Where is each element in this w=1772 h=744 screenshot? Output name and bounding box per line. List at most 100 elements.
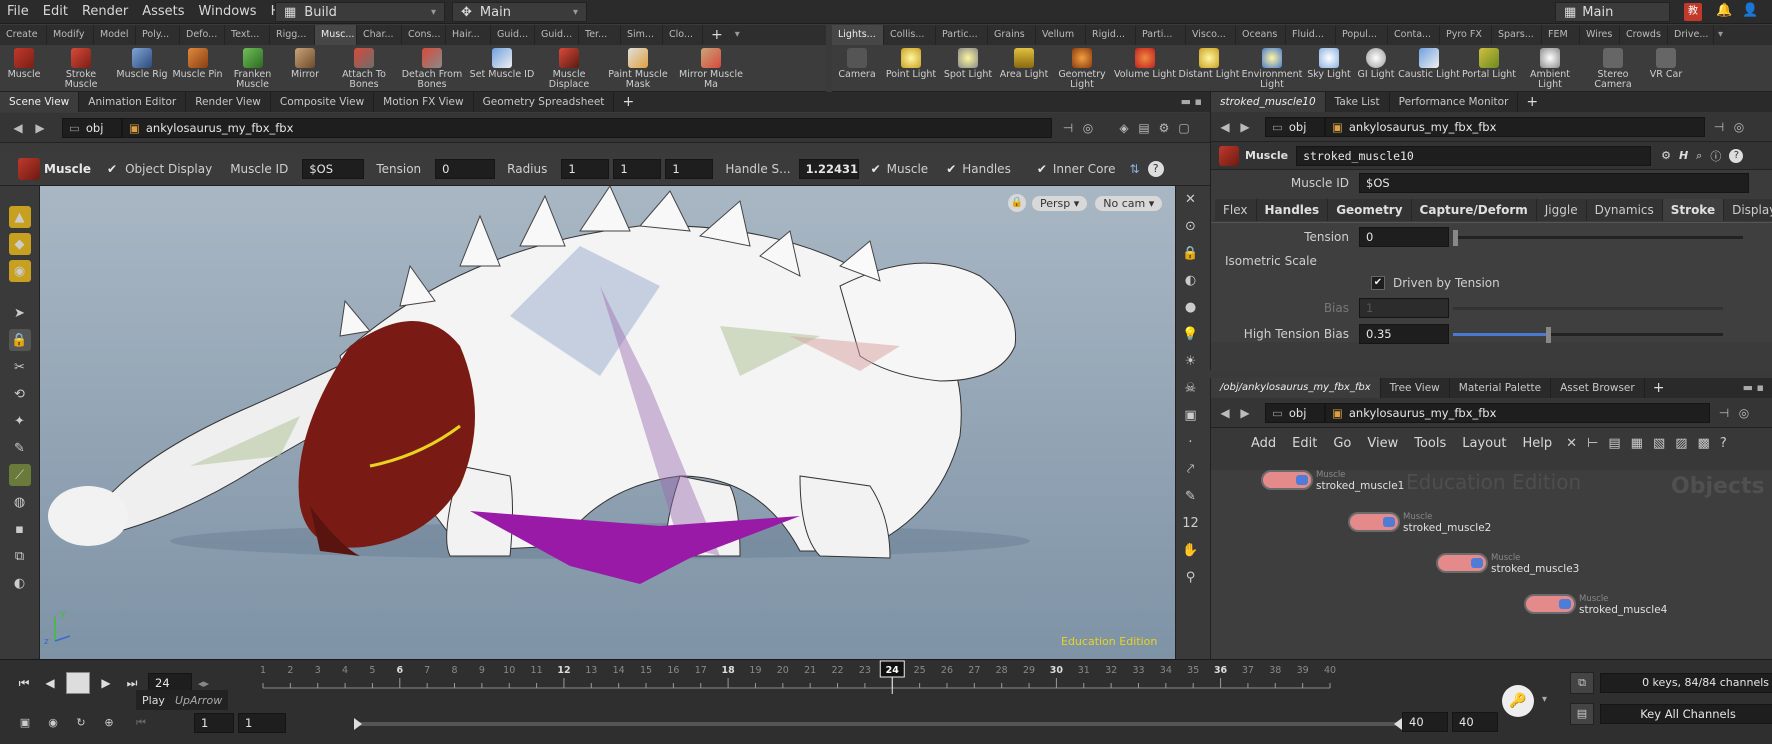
scene-viewport[interactable]: z y 🔒 Persp ▾ No cam ▾ Education Edition	[40, 186, 1175, 659]
high-tension-bias-slider[interactable]	[1453, 326, 1723, 343]
shelf-tab-texture[interactable]: Text...	[225, 25, 270, 45]
pin-icon[interactable]: ⊣	[1711, 119, 1727, 135]
pane-menu-icon[interactable]: ▬ ▪	[1173, 92, 1210, 112]
shelf-tab-fluid[interactable]: Fluid...	[1286, 25, 1336, 45]
tab-motion-fx-view[interactable]: Motion FX View	[374, 92, 474, 112]
tool-detach-from-bones[interactable]: Detach From Bones	[398, 45, 466, 91]
tension-slider[interactable]	[1453, 229, 1743, 246]
play-reverse-icon[interactable]: ◀	[36, 672, 64, 694]
tab-animation-editor[interactable]: Animation Editor	[79, 92, 187, 112]
add-tab-icon[interactable]: +	[614, 92, 642, 112]
forward-arrow-icon[interactable]: ▶	[32, 120, 48, 136]
shelf-tab-lights[interactable]: Lights...	[832, 25, 884, 45]
shelf-tab-rigging[interactable]: Rigg...	[270, 25, 315, 45]
shelf-tab-collisions[interactable]: Collis...	[884, 25, 936, 45]
tool-attach-to-bones[interactable]: Attach To Bones	[330, 45, 398, 91]
tool-area-light[interactable]: Area Light	[996, 45, 1052, 91]
muscle-tool-icon[interactable]: ⟋	[8, 464, 31, 486]
tab-asset-browser[interactable]: Asset Browser	[1551, 378, 1645, 398]
lightbulb-2-icon[interactable]: ☀	[1180, 350, 1202, 372]
tool-mirror-muscle-mask[interactable]: Mirror Muscle Ma	[676, 45, 746, 91]
tool-volume-light[interactable]: Volume Light	[1112, 45, 1178, 91]
tab-render-view[interactable]: Render View	[186, 92, 271, 112]
grid-icon[interactable]: ▦	[1631, 436, 1643, 451]
arrow-cursor-icon[interactable]: ➤	[9, 302, 31, 324]
bell-icon[interactable]: 🔔	[1716, 3, 1732, 18]
driven-by-tension-checkbox[interactable]: ✔	[1371, 276, 1385, 290]
tool-spot-light[interactable]: Spot Light	[940, 45, 996, 91]
shelf-tab-model[interactable]: Model	[94, 25, 136, 45]
cube-icon[interactable]: ◈	[1116, 120, 1132, 136]
render-icon[interactable]: ▣	[1180, 404, 1202, 426]
build-desk-selector[interactable]: ▦ Build ▾	[275, 2, 445, 22]
network-menu-edit[interactable]: Edit	[1292, 436, 1317, 451]
persp-dropdown[interactable]: Persp ▾	[1032, 195, 1088, 211]
handles-toggle-checkbox[interactable]: ✔	[946, 162, 956, 176]
forward-arrow-icon[interactable]: ▶	[1237, 405, 1253, 421]
loop-icon[interactable]: ↻	[70, 712, 92, 734]
render-region-icon[interactable]: ▪	[9, 518, 31, 540]
tool-point-light[interactable]: Point Light	[882, 45, 940, 91]
shelf-tab-container[interactable]: Conta...	[1388, 25, 1440, 45]
menu-assets[interactable]: Assets	[135, 0, 191, 24]
wrench-icon[interactable]: ✕	[1566, 436, 1577, 451]
tree-icon[interactable]: ⊢	[1587, 436, 1598, 451]
maximize-icon[interactable]: ▢	[1176, 120, 1192, 136]
shelf-tab-terrain[interactable]: Ter...	[579, 25, 621, 45]
add-tab-icon[interactable]: +	[1645, 378, 1673, 398]
chevron-down-icon[interactable]: ▾	[1542, 694, 1547, 705]
tab-take-list[interactable]: Take List	[1326, 92, 1390, 112]
shelf-tab-hair[interactable]: Hair...	[446, 25, 491, 45]
link-icon[interactable]: ◎	[1080, 120, 1096, 136]
range-end-input[interactable]: 40	[1452, 712, 1498, 732]
list-icon[interactable]: ▤	[1608, 436, 1620, 451]
brush-icon[interactable]: ⚲	[1180, 566, 1202, 588]
transform-icon[interactable]: ◆	[8, 233, 31, 255]
lock-view-icon[interactable]: 🔒	[1180, 242, 1202, 264]
range-start-handle[interactable]	[354, 718, 362, 730]
param-tab-display[interactable]: Display	[1724, 199, 1772, 221]
tab-scene-view[interactable]: Scene View	[0, 92, 80, 112]
shelf-tab-character[interactable]: Char...	[357, 25, 402, 45]
snapshot-icon[interactable]: ◐	[9, 572, 31, 594]
tool-muscle-displace[interactable]: Muscle Displace	[538, 45, 600, 91]
muscle-toggle-checkbox[interactable]: ✔	[871, 162, 881, 176]
dot-icon[interactable]: ·	[1180, 431, 1202, 453]
stop-icon[interactable]	[66, 672, 90, 694]
ghost-icon[interactable]: ✕	[1180, 188, 1202, 210]
tool-sky-light[interactable]: Sky Light	[1304, 45, 1354, 91]
shelf-tab-simple-fx[interactable]: Sim...	[621, 25, 663, 45]
tab-geometry-spreadsheet[interactable]: Geometry Spreadsheet	[474, 92, 615, 112]
path-obj-field[interactable]: ▭ obj	[62, 117, 122, 138]
tab-network-path[interactable]: /obj/ankylosaurus_my_fbx_fbx	[1211, 378, 1381, 398]
shelf-tab-oceans[interactable]: Oceans	[1236, 25, 1286, 45]
tab-stroked-muscle10[interactable]: stroked_muscle10	[1211, 92, 1326, 112]
high-tension-bias-input[interactable]: 0.35	[1359, 324, 1449, 344]
right-desk-selector[interactable]: ▦ Main	[1555, 2, 1670, 22]
shelf-tab-guide-brushes[interactable]: Guid...	[535, 25, 579, 45]
high-tension-bias-handle[interactable]	[1545, 326, 1551, 343]
network-editor-canvas[interactable]: Education Edition Objects Muscle stroked_…	[1211, 470, 1772, 659]
help-icon[interactable]: ?	[1720, 436, 1727, 451]
shelf-tab-muscles[interactable]: Musc...	[315, 25, 357, 45]
key-icon[interactable]: 🔑	[1502, 685, 1534, 717]
education-icon[interactable]: 教	[1684, 3, 1702, 21]
network-menu-tools[interactable]: Tools	[1414, 436, 1446, 451]
param-tab-jiggle[interactable]: Jiggle	[1536, 199, 1587, 221]
shelf-tab-vellum[interactable]: Vellum	[1036, 25, 1086, 45]
param-tab-geometry[interactable]: Geometry	[1328, 199, 1412, 221]
badge-icon[interactable]: ▩	[1698, 436, 1710, 451]
key-mode-dropdown[interactable]: Key All Channels	[1600, 704, 1772, 724]
object-display-checkbox[interactable]: ✔	[107, 162, 117, 176]
number-12-icon[interactable]: 12	[1180, 512, 1202, 534]
inner-core-checkbox[interactable]: ✔	[1037, 162, 1047, 176]
palette-icon[interactable]: ▧	[1653, 436, 1665, 451]
network-node[interactable]: Muscle stroked_muscle4	[1524, 594, 1667, 616]
settings-icon[interactable]: ⚙	[1156, 120, 1172, 136]
shelf-tab-deform[interactable]: Defo...	[180, 25, 225, 45]
pin-icon[interactable]: ⊣	[1060, 120, 1076, 136]
tool-geometry-light[interactable]: Geometry Light	[1052, 45, 1112, 91]
gear-icon[interactable]: ⚙	[1661, 149, 1671, 162]
tension-input[interactable]: 0	[1359, 227, 1449, 247]
param-path-obj[interactable]: ▭ obj	[1265, 116, 1325, 137]
